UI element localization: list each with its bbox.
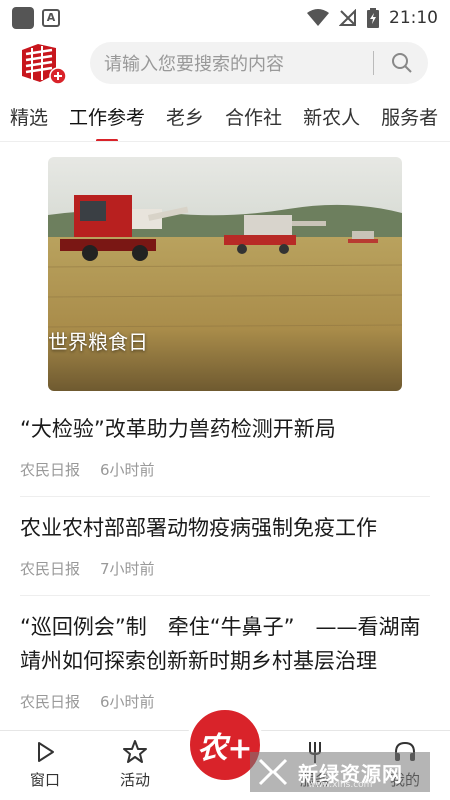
search-input[interactable]: 请输入您要搜索的内容 <box>90 42 428 84</box>
tab-featured[interactable]: 精选 <box>10 96 48 141</box>
search-icon <box>392 53 412 73</box>
no-signal-icon <box>339 9 356 26</box>
banner-caption: 世界粮食日 <box>48 330 148 354</box>
watermark-sub: www.xlhs.com <box>308 780 373 790</box>
news-source: 农民日报 <box>20 693 81 711</box>
news-meta: 农民日报 7小时前 <box>20 555 430 595</box>
watermark: 新绿资源网 www.xlhs.com <box>250 752 430 792</box>
harvest-photo <box>48 157 402 391</box>
news-title: 农业农村部部署动物疫病强制免疫工作 <box>20 516 377 540</box>
star-icon <box>123 740 147 763</box>
tab-cooperative[interactable]: 合作社 <box>225 96 282 141</box>
tab-service[interactable]: 服务者 <box>381 96 438 141</box>
news-time: 7小时前 <box>100 560 155 578</box>
nav-window[interactable]: 窗口 <box>0 731 90 800</box>
featured-banner[interactable]: 世界粮食日 <box>48 157 402 391</box>
news-list: “大检验”改革助力兽药检测开新局 农民日报 6小时前 农业农村部部署动物疫病强制免… <box>20 398 430 728</box>
a-notification-icon: A <box>42 9 60 27</box>
tab-work-reference[interactable]: 工作参考 <box>69 96 145 141</box>
news-source: 农民日报 <box>20 560 81 578</box>
nong-plus-label: 农+ <box>197 731 253 766</box>
news-item[interactable]: “大检验”改革助力兽药检测开新局 农民日报 6小时前 <box>20 398 430 497</box>
news-item[interactable]: 农业农村部部署动物疫病强制免疫工作 农民日报 7小时前 <box>20 497 430 596</box>
news-time: 6小时前 <box>100 461 155 479</box>
search-divider <box>373 51 374 75</box>
nav-label: 窗口 <box>29 771 60 789</box>
news-source: 农民日报 <box>20 461 81 479</box>
nav-label: 活动 <box>119 771 150 789</box>
play-icon <box>38 742 54 762</box>
tab-new-farmers[interactable]: 新农人 <box>303 96 360 141</box>
news-title: “大检验”改革助力兽药检测开新局 <box>20 417 336 441</box>
watermark-logo-icon <box>258 758 288 786</box>
battery-icon <box>367 8 379 28</box>
news-title: “巡回例会”制 牵住“牛鼻子” ——看湖南靖州如何探索创新新时期乡村基层治理 <box>20 615 421 673</box>
app-logo[interactable] <box>18 40 68 86</box>
tab-villagers[interactable]: 老乡 <box>166 96 204 141</box>
header: 请输入您要搜索的内容 <box>0 38 450 88</box>
search-button[interactable] <box>384 45 420 81</box>
search-placeholder: 请输入您要搜索的内容 <box>104 54 284 75</box>
category-tabs: 精选 工作参考 老乡 合作社 新农人 服务者 <box>0 96 450 142</box>
news-time: 6小时前 <box>100 693 155 711</box>
nav-activity[interactable]: 活动 <box>90 731 180 800</box>
status-time: 21:10 <box>389 8 438 28</box>
news-meta: 农民日报 6小时前 <box>20 456 430 496</box>
app-notification-icon <box>12 7 34 29</box>
wifi-icon <box>307 9 329 26</box>
status-bar: A 21:10 <box>0 0 450 36</box>
